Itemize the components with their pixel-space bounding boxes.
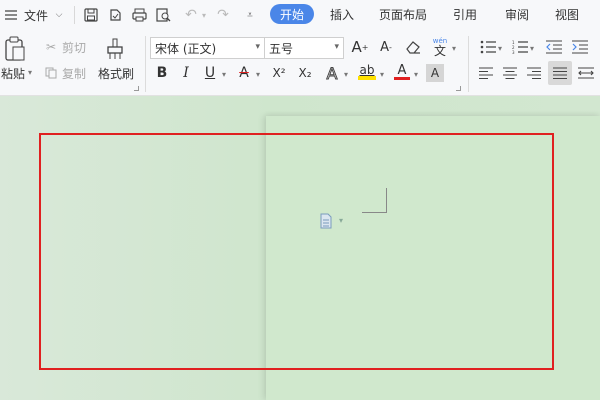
- customize-toolbar-icon[interactable]: ⩡: [242, 0, 258, 30]
- font-color-dropdown-icon[interactable]: ▾: [414, 70, 418, 79]
- undo-dropdown-icon[interactable]: ▾: [199, 0, 209, 30]
- phonetic-dropdown-icon[interactable]: ▾: [452, 44, 456, 53]
- decrease-indent-icon[interactable]: [544, 37, 564, 57]
- bullet-list-dropdown-icon[interactable]: ▾: [498, 44, 502, 53]
- font-dialog-launcher[interactable]: [456, 86, 461, 91]
- save-icon[interactable]: [82, 0, 100, 30]
- format-painter-button[interactable]: 格式刷: [96, 66, 136, 81]
- underline-button[interactable]: U: [200, 63, 220, 83]
- file-menu[interactable]: 文件: [22, 0, 50, 30]
- superscript-button[interactable]: X²: [268, 63, 290, 83]
- output-pdf-icon[interactable]: [106, 0, 124, 30]
- align-right-icon[interactable]: [524, 63, 544, 83]
- redo-icon[interactable]: ↷: [214, 0, 232, 30]
- cut-button[interactable]: 剪切: [62, 40, 90, 55]
- distributed-align-icon[interactable]: [576, 63, 596, 83]
- font-name-select[interactable]: 宋体 (正文) ▾: [150, 37, 265, 59]
- phonetic-guide-button[interactable]: wén 文: [430, 35, 450, 59]
- tab-review[interactable]: 审阅: [505, 4, 529, 24]
- text-effect-dropdown-icon[interactable]: ▾: [344, 70, 348, 79]
- highlight-button[interactable]: ab: [356, 62, 378, 82]
- highlight-color-swatch: [358, 76, 376, 80]
- tab-page-layout[interactable]: 页面布局: [379, 4, 427, 24]
- numbered-list-dropdown-icon[interactable]: ▾: [530, 44, 534, 53]
- subscript-button[interactable]: X₂: [294, 63, 316, 83]
- character-shading-button[interactable]: A: [426, 64, 444, 82]
- chevron-down-icon: ▾: [255, 42, 260, 52]
- highlight-dropdown-icon[interactable]: ▾: [380, 70, 384, 79]
- menu-bar: 文件 ⌵ ↶ ▾ ↷ ⩡ 开始 插入 页面布局 引用 审阅 视图: [0, 0, 600, 30]
- tab-view[interactable]: 视图: [555, 4, 579, 24]
- format-painter-icon[interactable]: [104, 36, 126, 62]
- increase-indent-icon[interactable]: [570, 37, 590, 57]
- svg-text:3: 3: [512, 50, 515, 54]
- paste-icon[interactable]: [4, 36, 26, 62]
- grow-font-button[interactable]: A +: [350, 37, 370, 57]
- undo-icon[interactable]: ↶: [182, 0, 200, 30]
- group-separator: [468, 36, 469, 92]
- print-icon[interactable]: [130, 0, 148, 30]
- justify-icon[interactable]: [548, 61, 572, 85]
- italic-button[interactable]: I: [176, 63, 196, 83]
- group-separator: [145, 36, 146, 92]
- strikethrough-button[interactable]: A: [234, 63, 254, 83]
- paste-dropdown-icon[interactable]: ▾: [28, 68, 32, 77]
- paste-button[interactable]: 粘贴: [0, 66, 26, 81]
- tab-references[interactable]: 引用: [453, 4, 477, 24]
- bold-button[interactable]: B: [152, 63, 172, 83]
- font-name-value: 宋体 (正文): [155, 41, 217, 56]
- strikethrough-dropdown-icon[interactable]: ▾: [256, 70, 260, 79]
- hamburger-menu-icon[interactable]: [2, 0, 20, 30]
- font-color-button[interactable]: A: [392, 62, 412, 82]
- tab-insert[interactable]: 插入: [330, 4, 354, 24]
- font-color-swatch: [394, 77, 410, 80]
- copy-icon: [44, 66, 58, 80]
- align-center-icon[interactable]: [500, 63, 520, 83]
- font-size-select[interactable]: 五号 ▾: [264, 37, 344, 59]
- underline-dropdown-icon[interactable]: ▾: [222, 70, 226, 79]
- chevron-down-icon[interactable]: ⌵: [52, 0, 66, 30]
- separator: [74, 6, 75, 24]
- scissors-icon: ✂: [45, 40, 57, 54]
- selection-highlight-rectangle: [39, 133, 554, 370]
- ribbon-toolbar: 粘贴 ▾ ✂ 剪切 复制 格式刷 宋体 (正文) ▾ 五号 ▾ A + A- wé…: [0, 30, 600, 96]
- shrink-font-button[interactable]: A-: [376, 37, 396, 57]
- numbered-list-icon[interactable]: 123: [510, 37, 530, 57]
- font-size-value: 五号: [269, 41, 294, 56]
- align-left-icon[interactable]: [476, 63, 496, 83]
- bullet-list-icon[interactable]: [478, 37, 498, 57]
- eraser-icon[interactable]: [403, 37, 423, 57]
- clipboard-dialog-launcher[interactable]: [134, 86, 139, 91]
- tab-home[interactable]: 开始: [270, 4, 314, 24]
- chevron-down-icon: ▾: [334, 42, 339, 52]
- copy-button[interactable]: 复制: [62, 66, 90, 81]
- text-effect-button[interactable]: A: [322, 63, 342, 83]
- print-preview-icon[interactable]: [154, 0, 172, 30]
